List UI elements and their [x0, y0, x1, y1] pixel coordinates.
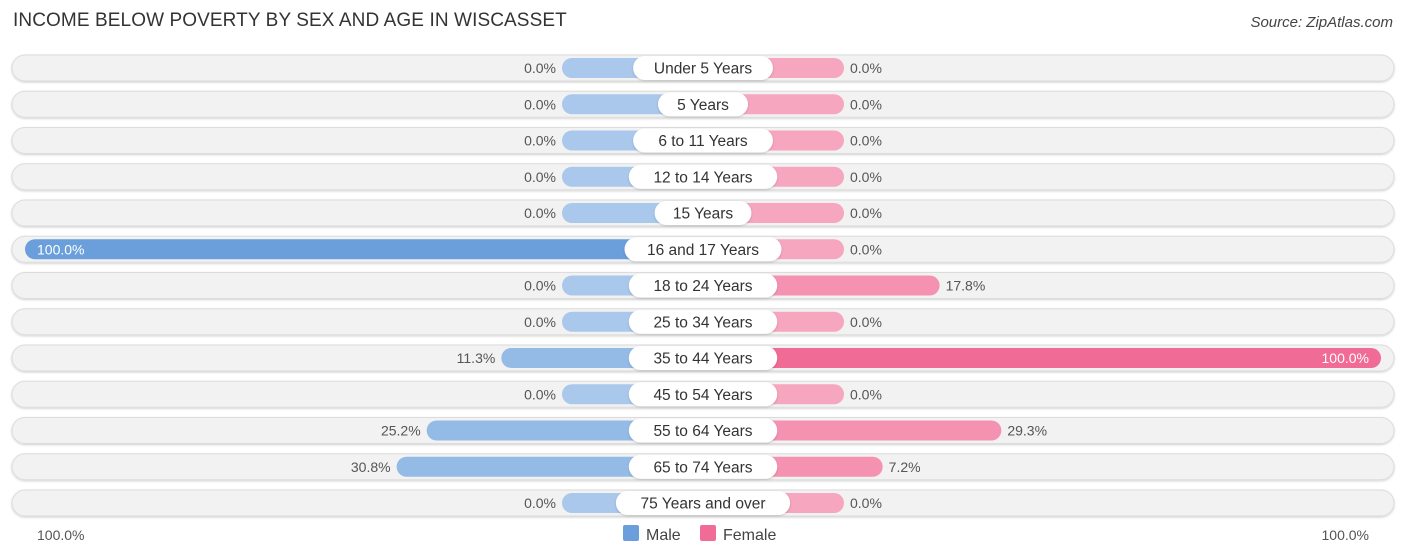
- category-label: 55 to 64 Years: [653, 423, 752, 440]
- value-label-male: 25.2%: [381, 423, 421, 439]
- chart-row: 0.0% 0.0% 5 Years: [11, 90, 1395, 118]
- category-label: 5 Years: [677, 97, 729, 114]
- value-label-male: 0.0%: [524, 205, 556, 221]
- value-label-female: 0.0%: [850, 169, 882, 185]
- category-label: Under 5 Years: [654, 61, 752, 78]
- value-label-male: 100.0%: [37, 241, 84, 257]
- chart-row: 25.2% 29.3% 55 to 64 Years: [11, 417, 1395, 444]
- category-label: 75 Years and over: [641, 496, 766, 513]
- category-label: 65 to 74 Years: [653, 459, 752, 476]
- value-label-female: 0.0%: [850, 314, 882, 330]
- value-label-male: 11.3%: [457, 350, 496, 366]
- legend: Male Female: [623, 525, 776, 544]
- value-label-female: 17.8%: [946, 278, 986, 294]
- chart-row: 0.0% 0.0% 75 Years and over: [11, 489, 1395, 517]
- value-label-male: 0.0%: [524, 133, 556, 149]
- value-label-female: 0.0%: [850, 241, 882, 257]
- value-label-female: 0.0%: [850, 60, 882, 76]
- axis-label-left: 100.0%: [37, 527, 84, 543]
- chart-row: 0.0% 0.0% 15 Years: [11, 199, 1395, 227]
- axis-label-right: 100.0%: [1322, 527, 1369, 543]
- category-label: 35 to 44 Years: [653, 351, 752, 368]
- category-label: 45 to 54 Years: [653, 387, 752, 404]
- chart-row: 0.0% 17.8% 18 to 24 Years: [11, 272, 1395, 299]
- bar-female: [703, 348, 1381, 368]
- value-label-male: 30.8%: [351, 459, 391, 475]
- value-label-female: 0.0%: [850, 386, 882, 402]
- chart-row: 0.0% 0.0% 45 to 54 Years: [11, 380, 1395, 408]
- category-label: 25 to 34 Years: [653, 314, 752, 331]
- bar-male: [25, 239, 703, 260]
- value-label-male: 0.0%: [524, 169, 556, 185]
- value-label-female: 0.0%: [850, 205, 882, 221]
- chart-rows: 0.0% 0.0%Under 5 Years0.0% 0.0%5 Years0.0%…: [11, 54, 1395, 517]
- value-label-male: 0.0%: [524, 386, 556, 402]
- legend-label-male: Male: [646, 527, 681, 544]
- value-label-female: 7.2%: [889, 459, 921, 475]
- legend-swatch-male: [623, 525, 639, 541]
- chart-row: 0.0% 0.0% 6 to 11 Years: [11, 127, 1395, 154]
- value-label-male: 0.0%: [524, 495, 556, 511]
- chart-row: 0.0% 0.0% 12 to 14 Years: [11, 163, 1395, 191]
- value-label-female: 0.0%: [850, 495, 882, 511]
- chart: 0.0% 0.0%Under 5 Years0.0% 0.0%5 Years0.0%…: [11, 54, 1395, 544]
- category-label: 12 to 14 Years: [653, 169, 752, 186]
- legend-swatch-female: [700, 525, 716, 541]
- value-label-female: 0.0%: [850, 96, 882, 112]
- chart-row: 0.0% 0.0% 25 to 34 Years: [11, 308, 1395, 336]
- category-label: 15 Years: [673, 206, 734, 223]
- value-label-female: 0.0%: [850, 133, 882, 149]
- chart-row: 11.3% 100.0% 35 to 44 Years: [11, 344, 1395, 372]
- value-label-male: 0.0%: [524, 314, 556, 330]
- value-label-male: 0.0%: [524, 96, 556, 112]
- value-label-female: 29.3%: [1007, 423, 1047, 439]
- value-label-female: 100.0%: [1322, 350, 1369, 366]
- category-label: 6 to 11 Years: [658, 133, 748, 150]
- chart-row: 0.0% 0.0% Under 5 Years: [11, 54, 1395, 82]
- chart-row: 30.8% 7.2% 65 to 74 Years: [11, 453, 1395, 481]
- legend-label-female: Female: [723, 527, 776, 544]
- category-label: 18 to 24 Years: [653, 278, 752, 295]
- category-label: 16 and 17 Years: [647, 242, 759, 259]
- value-label-male: 0.0%: [524, 278, 556, 294]
- value-label-male: 0.0%: [524, 60, 556, 76]
- chart-row: 100.0% 0.0% 16 and 17 Years: [11, 235, 1395, 263]
